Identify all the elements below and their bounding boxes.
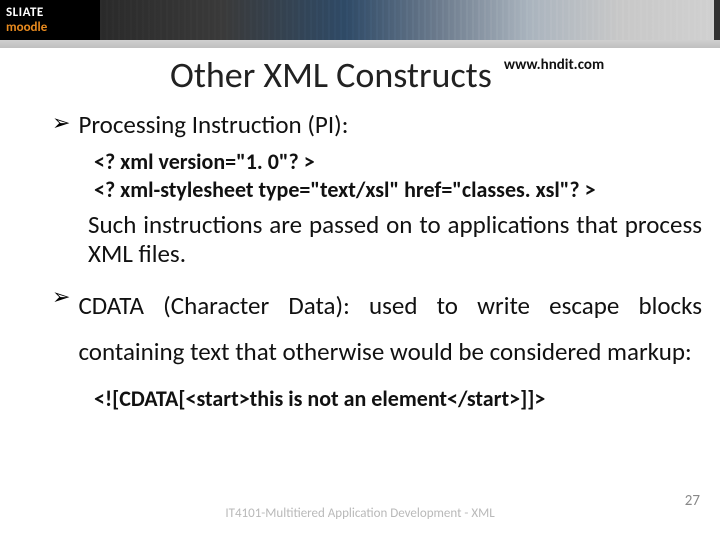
pi-code-block: <? xml version="1. 0"? > <? xml-styleshe… <box>94 148 702 203</box>
banner-logo: SLIATE moodle <box>0 0 100 40</box>
bullet-pi: ➢ Processing Instruction (PI): <box>52 110 702 140</box>
banner-rule <box>0 40 720 48</box>
slide-title: Other XML Constructs <box>0 53 492 97</box>
pi-description: Such instructions are passed on to appli… <box>88 211 702 269</box>
footer-course: IT4101-Multitiered Application Developme… <box>220 506 500 522</box>
pi-code-line2: <? xml-stylesheet type="text/xsl" href="… <box>94 176 702 204</box>
banner-strip <box>100 0 714 40</box>
title-row: Other XML Constructs www.hndit.com <box>0 48 720 102</box>
page-number: 27 <box>685 492 700 510</box>
bullet-pi-text: Processing Instruction (PI): <box>78 110 348 140</box>
banner: SLIATE moodle <box>0 0 720 40</box>
banner-end <box>714 0 720 40</box>
bullet-arrow-icon: ➢ <box>52 283 70 311</box>
cdata-example: <![CDATA[<start>this is not an element</… <box>94 385 702 412</box>
content: ➢ Processing Instruction (PI): <? xml ve… <box>52 110 702 412</box>
bullet-cdata-text: CDATA (Character Data): used to write es… <box>78 283 702 376</box>
bullet-arrow-icon: ➢ <box>52 110 70 136</box>
logo-line2: moodle <box>6 21 100 34</box>
bullet-cdata: ➢ CDATA (Character Data): used to write … <box>52 283 702 376</box>
pi-code-line1: <? xml version="1. 0"? > <box>94 148 702 176</box>
slide: SLIATE moodle Other XML Constructs www.h… <box>0 0 720 540</box>
logo-line1: SLIATE <box>6 6 100 19</box>
site-url: www.hndit.com <box>492 48 604 74</box>
